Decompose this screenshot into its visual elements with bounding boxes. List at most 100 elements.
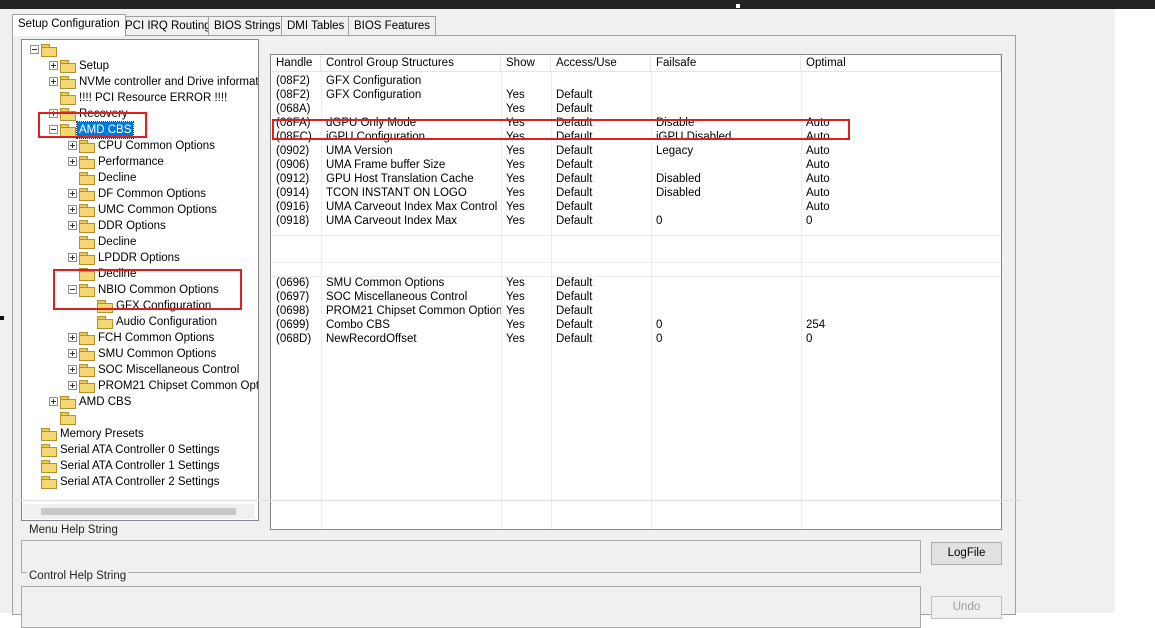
grid-line: [271, 235, 1001, 236]
logfile-button[interactable]: LogFile: [931, 542, 1002, 565]
expand-icon[interactable]: [68, 253, 77, 262]
folder-icon: [79, 188, 95, 201]
folder-icon: [60, 396, 76, 409]
table-cell: Default: [556, 103, 593, 115]
folder-icon: [41, 444, 57, 457]
tree-horizontal-scrollbar[interactable]: [23, 504, 255, 519]
tab-pci-irq-routing[interactable]: PCI IRQ Routing: [119, 16, 217, 35]
column-header[interactable]: Handle: [271, 55, 321, 71]
table-cell: (0906): [276, 159, 310, 171]
expand-icon[interactable]: [49, 77, 58, 86]
tree-item-label: LPDDR Options: [98, 252, 180, 264]
table-cell: [801, 290, 1001, 304]
table-cell: (0916): [276, 201, 310, 213]
tree-item-label: AMD CBS: [79, 396, 132, 408]
table-cell: Yes: [506, 145, 525, 157]
folder-icon: [60, 60, 76, 73]
tree-item-label: DF Common Options: [98, 188, 207, 200]
column-header[interactable]: Control Group Structures: [321, 55, 501, 71]
table-cell: Default: [556, 215, 593, 227]
tree-item-label: NVMe controller and Drive information: [79, 76, 259, 88]
table-cell: (0699): [276, 319, 310, 331]
table-cell: TCON INSTANT ON LOGO: [326, 187, 467, 199]
table-cell: (0918): [276, 215, 310, 227]
table-cell: Auto: [806, 159, 830, 171]
expand-icon[interactable]: [68, 381, 77, 390]
table-cell: [651, 158, 801, 172]
folder-icon: [41, 428, 57, 441]
folder-icon: [79, 364, 95, 377]
table-cell: [801, 88, 1001, 102]
undo-button[interactable]: Undo: [931, 596, 1002, 619]
table-cell: [801, 74, 1001, 88]
tree-item-label: FCH Common Options: [98, 332, 215, 344]
expand-icon[interactable]: [49, 61, 58, 70]
table-cell: (068D): [276, 333, 312, 345]
collapse-icon[interactable]: [30, 45, 39, 54]
table-cell: (0914): [276, 187, 310, 199]
table-cell: Auto: [806, 173, 830, 185]
tree-item-label: Serial ATA Controller 2 Settings: [60, 476, 220, 488]
expand-icon[interactable]: [68, 141, 77, 150]
expand-icon[interactable]: [68, 157, 77, 166]
tab-dmi-tables[interactable]: DMI Tables: [281, 16, 351, 35]
tree-item-label: Performance: [98, 156, 164, 168]
tree-item-label: UMC Common Options: [98, 204, 217, 216]
tree-item-label: SMU Common Options: [98, 348, 217, 360]
expand-icon[interactable]: [68, 205, 77, 214]
window-marker: [736, 4, 740, 8]
table-cell: Default: [556, 333, 593, 345]
table-cell: Yes: [506, 305, 525, 317]
control-help-label: Control Help String: [27, 570, 129, 582]
tab-setup-configuration[interactable]: Setup Configuration: [12, 14, 126, 36]
grid-line: [271, 262, 1001, 263]
table-cell: 0: [656, 333, 663, 345]
table-cell: [801, 304, 1001, 318]
table-cell: (08F2): [276, 89, 310, 101]
table-cell: Auto: [806, 187, 830, 199]
table-cell: Yes: [506, 103, 525, 115]
folder-icon: [79, 172, 95, 185]
folder-icon: [97, 316, 113, 329]
table-cell: Yes: [506, 187, 525, 199]
table-cell: [651, 290, 801, 304]
table-cell: 0: [656, 319, 663, 331]
expand-icon[interactable]: [49, 397, 58, 406]
folder-icon: [79, 156, 95, 169]
highlight-amd-cbs: [38, 112, 147, 138]
column-header[interactable]: Optimal: [801, 55, 1001, 71]
expand-icon[interactable]: [68, 333, 77, 342]
table-cell: (0902): [276, 145, 310, 157]
tree-item-label: Serial ATA Controller 0 Settings: [60, 444, 220, 456]
tree-scrollbar-thumb[interactable]: [41, 508, 236, 515]
expand-icon[interactable]: [68, 365, 77, 374]
background-area: [1115, 9, 1155, 613]
folder-icon: [60, 76, 76, 89]
folder-icon: [79, 236, 95, 249]
table-cell: Default: [556, 89, 593, 101]
table-cell: GPU Host Translation Cache: [326, 173, 474, 185]
table-cell: Default: [556, 201, 593, 213]
tree-item-label: Decline: [98, 172, 137, 184]
app-window: Setup Configuration PCI IRQ Routing BIOS…: [0, 9, 1115, 628]
tree-item-label: SOC Miscellaneous Control: [98, 364, 240, 376]
column-header[interactable]: Show: [501, 55, 551, 71]
column-header[interactable]: Access/Use: [551, 55, 651, 71]
table-cell: Auto: [806, 145, 830, 157]
tab-bios-strings[interactable]: BIOS Strings: [208, 16, 287, 35]
table-cell: UMA Frame buffer Size: [326, 159, 446, 171]
table-cell: Auto: [806, 201, 830, 213]
tab-bios-features[interactable]: BIOS Features: [348, 16, 437, 35]
table-cell: [801, 276, 1001, 290]
table-cell: [501, 74, 551, 88]
table-cell: PROM21 Chipset Common Options: [326, 305, 501, 317]
tree-item-label: CPU Common Options: [98, 140, 215, 152]
expand-icon[interactable]: [68, 221, 77, 230]
highlight-igpu-row: [272, 119, 850, 140]
expand-icon[interactable]: [68, 349, 77, 358]
expand-icon[interactable]: [68, 189, 77, 198]
table-cell: (0696): [276, 277, 310, 289]
table-cell: 0: [806, 215, 813, 227]
edge-marker: [0, 316, 4, 320]
column-header[interactable]: Failsafe: [651, 55, 801, 71]
